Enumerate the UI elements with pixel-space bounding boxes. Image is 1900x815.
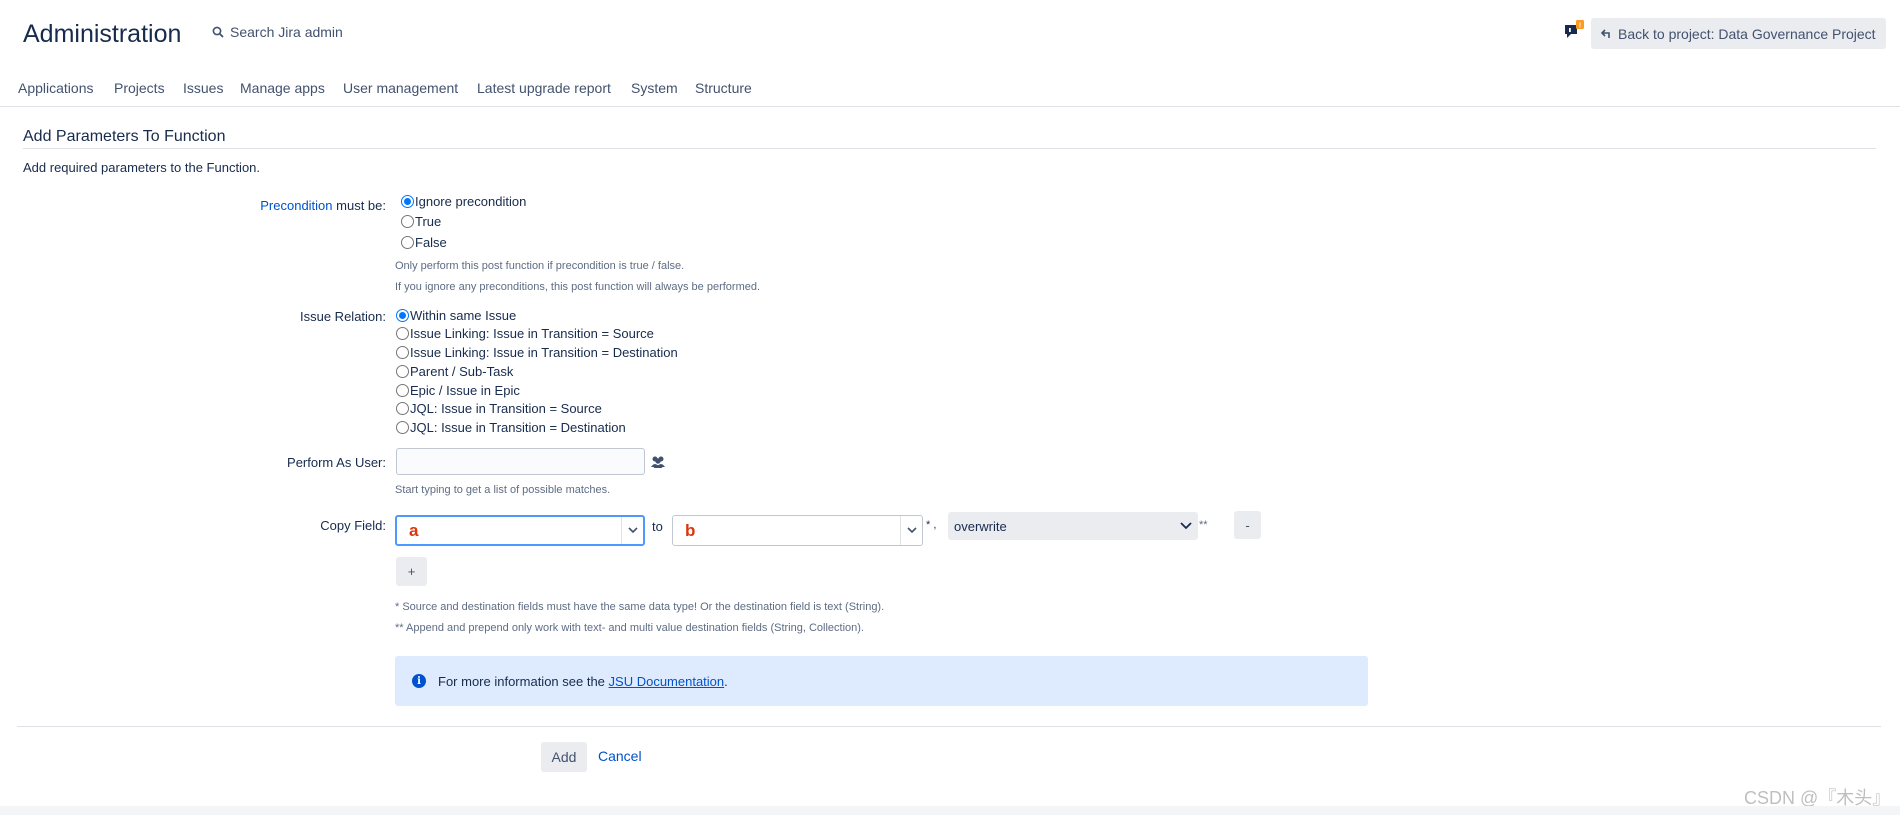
info-icon: i: [412, 674, 426, 688]
top-header: Administration Search Jira admin ! Back …: [0, 0, 1900, 70]
add-copy-field-button[interactable]: +: [396, 557, 427, 586]
info-suffix: .: [724, 673, 728, 689]
radio-button[interactable]: [401, 236, 414, 249]
back-to-project-button[interactable]: Back to project: Data Governance Project: [1591, 18, 1886, 49]
precondition-label: Precondition must be:: [200, 198, 386, 213]
copy-mode-value: overwrite: [954, 518, 1007, 534]
cancel-link[interactable]: Cancel: [598, 748, 642, 764]
destination-field-value: b: [685, 520, 696, 540]
page-title: Administration: [23, 20, 182, 48]
notification-badge: !: [1579, 21, 1582, 30]
precondition-option-false[interactable]: False: [401, 235, 447, 250]
copy-field-note-2: ** Append and prepend only work with tex…: [395, 622, 864, 634]
chevron-down-icon: [1180, 522, 1192, 530]
nav-latest-upgrade-report[interactable]: Latest upgrade report: [477, 80, 611, 96]
perform-as-user-input[interactable]: [396, 448, 645, 475]
copy-field-label: Copy Field:: [320, 518, 386, 533]
relation-option-parent-subtask[interactable]: Parent / Sub-Task: [396, 364, 513, 379]
radio-button[interactable]: [401, 195, 414, 208]
nav-issues[interactable]: Issues: [183, 80, 223, 96]
perform-as-user-help: Start typing to get a list of possible m…: [395, 484, 611, 496]
precondition-label-suffix: must be:: [332, 198, 386, 213]
relation-option-linking-destination[interactable]: Issue Linking: Issue in Transition = Des…: [396, 345, 678, 360]
to-text: to: [652, 519, 663, 534]
add-button[interactable]: Add: [541, 742, 587, 772]
relation-option-jql-destination[interactable]: JQL: Issue in Transition = Destination: [396, 420, 626, 435]
nav-manage-apps[interactable]: Manage apps: [240, 80, 325, 96]
radio-button[interactable]: [401, 215, 414, 228]
relation-option-linking-source[interactable]: Issue Linking: Issue in Transition = Sou…: [396, 326, 654, 341]
back-arrow-icon: [1601, 28, 1610, 38]
divider: [17, 726, 1881, 727]
form-description: Add required parameters to the Function.: [23, 160, 261, 175]
destination-field-dropdown[interactable]: [900, 516, 922, 545]
precondition-link[interactable]: Precondition: [260, 198, 332, 213]
nav-projects[interactable]: Projects: [114, 80, 165, 96]
chevron-down-icon: [906, 527, 917, 534]
radio-label: JQL: Issue in Transition = Destination: [410, 420, 626, 435]
radio-button[interactable]: [396, 309, 409, 322]
radio-button[interactable]: [396, 365, 409, 378]
back-button-label: Back to project: Data Governance Project: [1618, 25, 1876, 42]
radio-label: Epic / Issue in Epic: [410, 383, 520, 398]
jsu-documentation-link[interactable]: JSU Documentation: [609, 674, 725, 689]
double-star-marker: **: [1199, 519, 1208, 531]
form-title: Add Parameters To Function: [23, 128, 226, 145]
precondition-help-1: Only perform this post function if preco…: [395, 260, 685, 272]
precondition-help-2: If you ignore any preconditions, this po…: [395, 281, 761, 293]
radio-label: Issue Linking: Issue in Transition = Des…: [410, 345, 678, 360]
radio-label: Parent / Sub-Task: [410, 364, 514, 379]
destination-field-select[interactable]: b: [672, 515, 923, 546]
search-label: Search Jira admin: [230, 24, 343, 40]
search-icon: [212, 26, 224, 38]
perform-as-user-label: Perform As User:: [287, 455, 386, 470]
radio-button[interactable]: [396, 421, 409, 434]
radio-button[interactable]: [396, 327, 409, 340]
search-admin[interactable]: Search Jira admin: [212, 24, 343, 40]
footer-strip: [0, 806, 1900, 815]
nav-applications[interactable]: Applications: [18, 80, 94, 96]
source-field-value: a: [409, 520, 419, 540]
relation-option-epic[interactable]: Epic / Issue in Epic: [396, 383, 520, 398]
info-prefix: For more information see the: [438, 673, 605, 689]
radio-label: False: [415, 235, 447, 250]
precondition-option-true[interactable]: True: [401, 214, 441, 229]
copy-mode-select[interactable]: overwrite: [948, 512, 1198, 540]
radio-label: Within same Issue: [410, 308, 517, 323]
divider: [23, 148, 1876, 149]
radio-label: Ignore precondition: [415, 194, 527, 209]
source-field-dropdown[interactable]: [621, 517, 643, 544]
relation-option-same-issue[interactable]: Within same Issue: [396, 308, 516, 323]
info-message: i For more information see the JSU Docum…: [395, 656, 1368, 706]
radio-label: Issue Linking: Issue in Transition = Sou…: [410, 326, 654, 341]
chevron-down-icon: [627, 527, 638, 534]
radio-label: True: [415, 214, 442, 229]
issue-relation-label: Issue Relation:: [300, 309, 386, 324]
nav-system[interactable]: System: [631, 80, 678, 96]
precondition-option-ignore[interactable]: Ignore precondition: [401, 194, 526, 209]
notification-icon[interactable]: !: [1563, 20, 1585, 42]
star-note-marker: * ,: [926, 519, 937, 531]
radio-button[interactable]: [396, 402, 409, 415]
remove-copy-field-button[interactable]: -: [1234, 511, 1261, 539]
radio-button[interactable]: [396, 384, 409, 397]
nav-user-management[interactable]: User management: [343, 80, 458, 96]
nav-structure[interactable]: Structure: [695, 80, 752, 96]
copy-field-note-1: * Source and destination fields must hav…: [395, 601, 885, 613]
radio-button[interactable]: [396, 346, 409, 359]
admin-nav: Applications Projects Issues Manage apps…: [0, 77, 1900, 107]
user-picker-icon[interactable]: [650, 455, 666, 469]
radio-label: JQL: Issue in Transition = Source: [410, 401, 602, 416]
relation-option-jql-source[interactable]: JQL: Issue in Transition = Source: [396, 401, 602, 416]
source-field-select[interactable]: a: [395, 515, 645, 546]
